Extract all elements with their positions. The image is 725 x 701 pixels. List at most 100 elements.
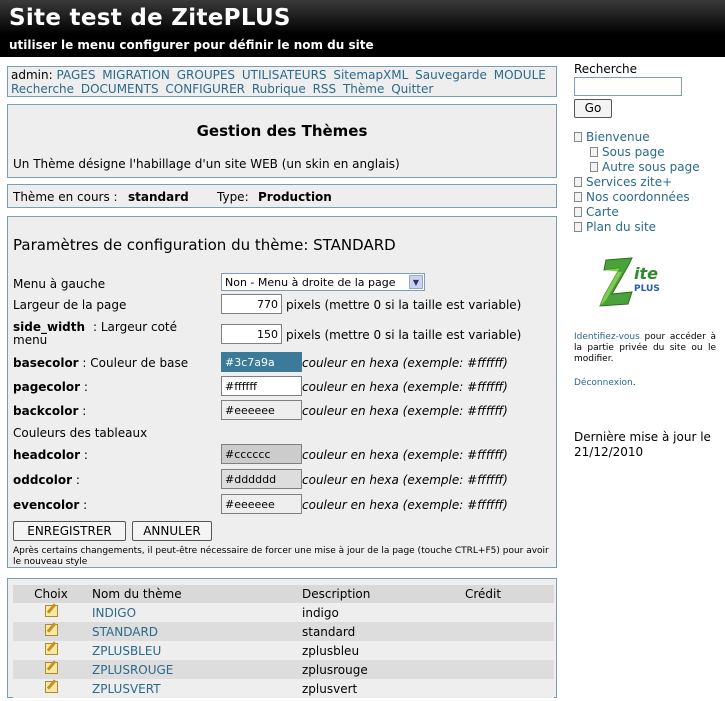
save-button[interactable]: ENREGISTRER	[13, 521, 126, 541]
menu-item-sitemapxml[interactable]: SitemapXML	[333, 68, 408, 82]
menu-item-groupes[interactable]: GROUPES	[177, 68, 235, 82]
page-description: Un Thème désigne l'habillage d'un site W…	[13, 157, 400, 171]
side-width-hint: pixels (mettre 0 si la taille est variab…	[286, 328, 522, 342]
table-row: ZPLUSVERT zplusvert	[13, 679, 554, 698]
cancel-button[interactable]: ANNULER	[132, 521, 212, 541]
menu-item-migration[interactable]: MIGRATION	[102, 68, 170, 82]
col-header-choix: Choix	[13, 585, 89, 603]
theme-name-link[interactable]: STANDARD	[92, 625, 158, 639]
page-icon	[590, 162, 598, 172]
page-icon	[590, 147, 598, 157]
menu-item-recherche[interactable]: Recherche	[11, 82, 74, 96]
basecolor-row: basecolor : Couleur de base #3c7a9a coul…	[13, 352, 553, 374]
edit-icon[interactable]	[44, 681, 58, 693]
headcolor-hint: couleur en hexa (exemple: #ffffff)	[302, 448, 508, 462]
nav-link-bienvenue[interactable]: Bienvenue	[586, 130, 650, 144]
gestion-panel: Gestion des Thèmes Un Thème désigne l'ha…	[7, 104, 557, 178]
theme-description: zplusrouge	[299, 660, 462, 679]
menu-item-module[interactable]: MODULE	[494, 68, 546, 82]
last-update: Dernière mise à jour le 21/12/2010	[574, 430, 711, 459]
menu-left-select[interactable]: Non - Menu à droite de la page ▼	[221, 273, 425, 291]
page-width-input[interactable]: 770	[221, 294, 282, 314]
edit-icon[interactable]	[44, 662, 58, 674]
theme-credit	[462, 622, 554, 641]
page-width-label: Largeur de la page	[13, 298, 127, 312]
current-theme-label: Thème en cours :	[13, 190, 118, 204]
current-theme-panel: Thème en cours : standard Type: Producti…	[7, 184, 557, 208]
backcolor-hint: couleur en hexa (exemple: #ffffff)	[302, 404, 508, 418]
theme-description: zplusvert	[299, 679, 462, 698]
nav-link-services[interactable]: Services zite+	[586, 175, 672, 189]
menu-left-label: Menu à gauche	[13, 277, 106, 291]
site-subtitle: utiliser le menu configurer pour définir…	[9, 38, 374, 52]
oddcolor-row: oddcolor : #dddddd couleur en hexa (exem…	[13, 469, 553, 491]
table-header-row: Choix Nom du thème Description Crédit	[13, 585, 554, 603]
nav-link-plan-du-site[interactable]: Plan du site	[586, 220, 656, 234]
logo-text-ite: ite	[634, 264, 658, 283]
table-colors-label: Couleurs des tableaux	[13, 426, 148, 440]
oddcolor-hint: couleur en hexa (exemple: #ffffff)	[302, 473, 508, 487]
theme-config-form: Paramètres de configuration du thème: ST…	[7, 216, 557, 568]
nav-link-autre-sous-page[interactable]: Autre sous page	[602, 160, 700, 174]
side-width-input[interactable]: 150	[221, 324, 282, 344]
go-button[interactable]: Go	[574, 99, 612, 118]
backcolor-input[interactable]: #eeeeee	[221, 400, 302, 420]
theme-name-link[interactable]: ZPLUSBLEU	[92, 644, 161, 658]
themes-table-panel: Choix Nom du thème Description Crédit IN…	[7, 578, 557, 698]
table-colors-row: Couleurs des tableaux	[13, 424, 553, 446]
chevron-down-icon[interactable]: ▼	[409, 275, 423, 289]
headcolor-row: headcolor : #cccccc couleur en hexa (exe…	[13, 444, 553, 466]
theme-name-link[interactable]: ZPLUSROUGE	[92, 663, 173, 677]
basecolor-label: : Couleur de base	[78, 356, 189, 370]
theme-name-link[interactable]: ZPLUSVERT	[92, 682, 161, 696]
edit-icon[interactable]	[44, 605, 58, 617]
edit-icon[interactable]	[44, 643, 58, 655]
menu-item-configurer[interactable]: CONFIGURER	[165, 82, 245, 96]
side-width-row: side_width : Largeur coté menu 150 pixel…	[13, 320, 553, 348]
basecolor-hint: couleur en hexa (exemple: #ffffff)	[302, 356, 508, 370]
menu-item-documents[interactable]: DOCUMENTS	[81, 82, 159, 96]
table-row: INDIGO indigo	[13, 603, 554, 622]
evencolor-hint: couleur en hexa (exemple: #ffffff)	[302, 498, 508, 512]
menu-item-rubrique[interactable]: Rubrique	[252, 82, 306, 96]
admin-prefix: admin:	[11, 68, 53, 82]
side-width-key: side_width	[13, 320, 86, 334]
menu-item-pages[interactable]: PAGES	[56, 68, 95, 82]
evencolor-input[interactable]: #eeeeee	[221, 494, 302, 514]
refresh-note: Après certains changements, il peut-être…	[13, 546, 549, 567]
edit-icon[interactable]	[44, 624, 58, 636]
menu-item-sauvegarde[interactable]: Sauvegarde	[415, 68, 487, 82]
pagecolor-input[interactable]: #ffffff	[221, 376, 302, 396]
themes-table: Choix Nom du thème Description Crédit IN…	[13, 585, 554, 698]
menu-item-theme[interactable]: Thème	[343, 82, 384, 96]
menu-item-rss[interactable]: RSS	[313, 82, 337, 96]
basecolor-input[interactable]: #3c7a9a	[221, 352, 302, 372]
search-input[interactable]	[574, 77, 682, 96]
menu-item-utilisateurs[interactable]: UTILISATEURS	[242, 68, 327, 82]
page-icon	[574, 207, 582, 217]
table-row: ZPLUSROUGE zplusrouge	[13, 660, 554, 679]
oddcolor-input[interactable]: #dddddd	[221, 469, 302, 489]
current-type-value: Production	[258, 190, 332, 204]
nav-link-carte[interactable]: Carte	[586, 205, 619, 219]
evencolor-key: evencolor	[13, 498, 80, 512]
theme-credit	[462, 679, 554, 698]
current-type-label: Type:	[217, 190, 249, 204]
page-width-row: Largeur de la page 770 pixels (mettre 0 …	[13, 294, 553, 316]
nav-link-coordonnees[interactable]: Nos coordonnées	[586, 190, 690, 204]
theme-credit	[462, 660, 554, 679]
table-row: ZPLUSBLEU zplusbleu	[13, 641, 554, 660]
evencolor-row: evencolor : #eeeeee couleur en hexa (exe…	[13, 494, 553, 516]
theme-description: standard	[299, 622, 462, 641]
pagecolor-label: :	[80, 380, 88, 394]
nav-link-sous-page[interactable]: Sous page	[602, 145, 665, 159]
backcolor-row: backcolor : #eeeeee couleur en hexa (exe…	[13, 400, 553, 422]
theme-credit	[462, 603, 554, 622]
login-link[interactable]: Identifiez-vous	[574, 332, 640, 342]
theme-name-link[interactable]: INDIGO	[92, 606, 136, 620]
logout-link[interactable]: Déconnexion	[574, 378, 633, 388]
menu-item-quitter[interactable]: Quitter	[391, 82, 433, 96]
headcolor-input[interactable]: #cccccc	[221, 444, 302, 464]
col-header-description: Description	[299, 585, 462, 603]
logo-text-plus: PLUS	[634, 284, 660, 294]
